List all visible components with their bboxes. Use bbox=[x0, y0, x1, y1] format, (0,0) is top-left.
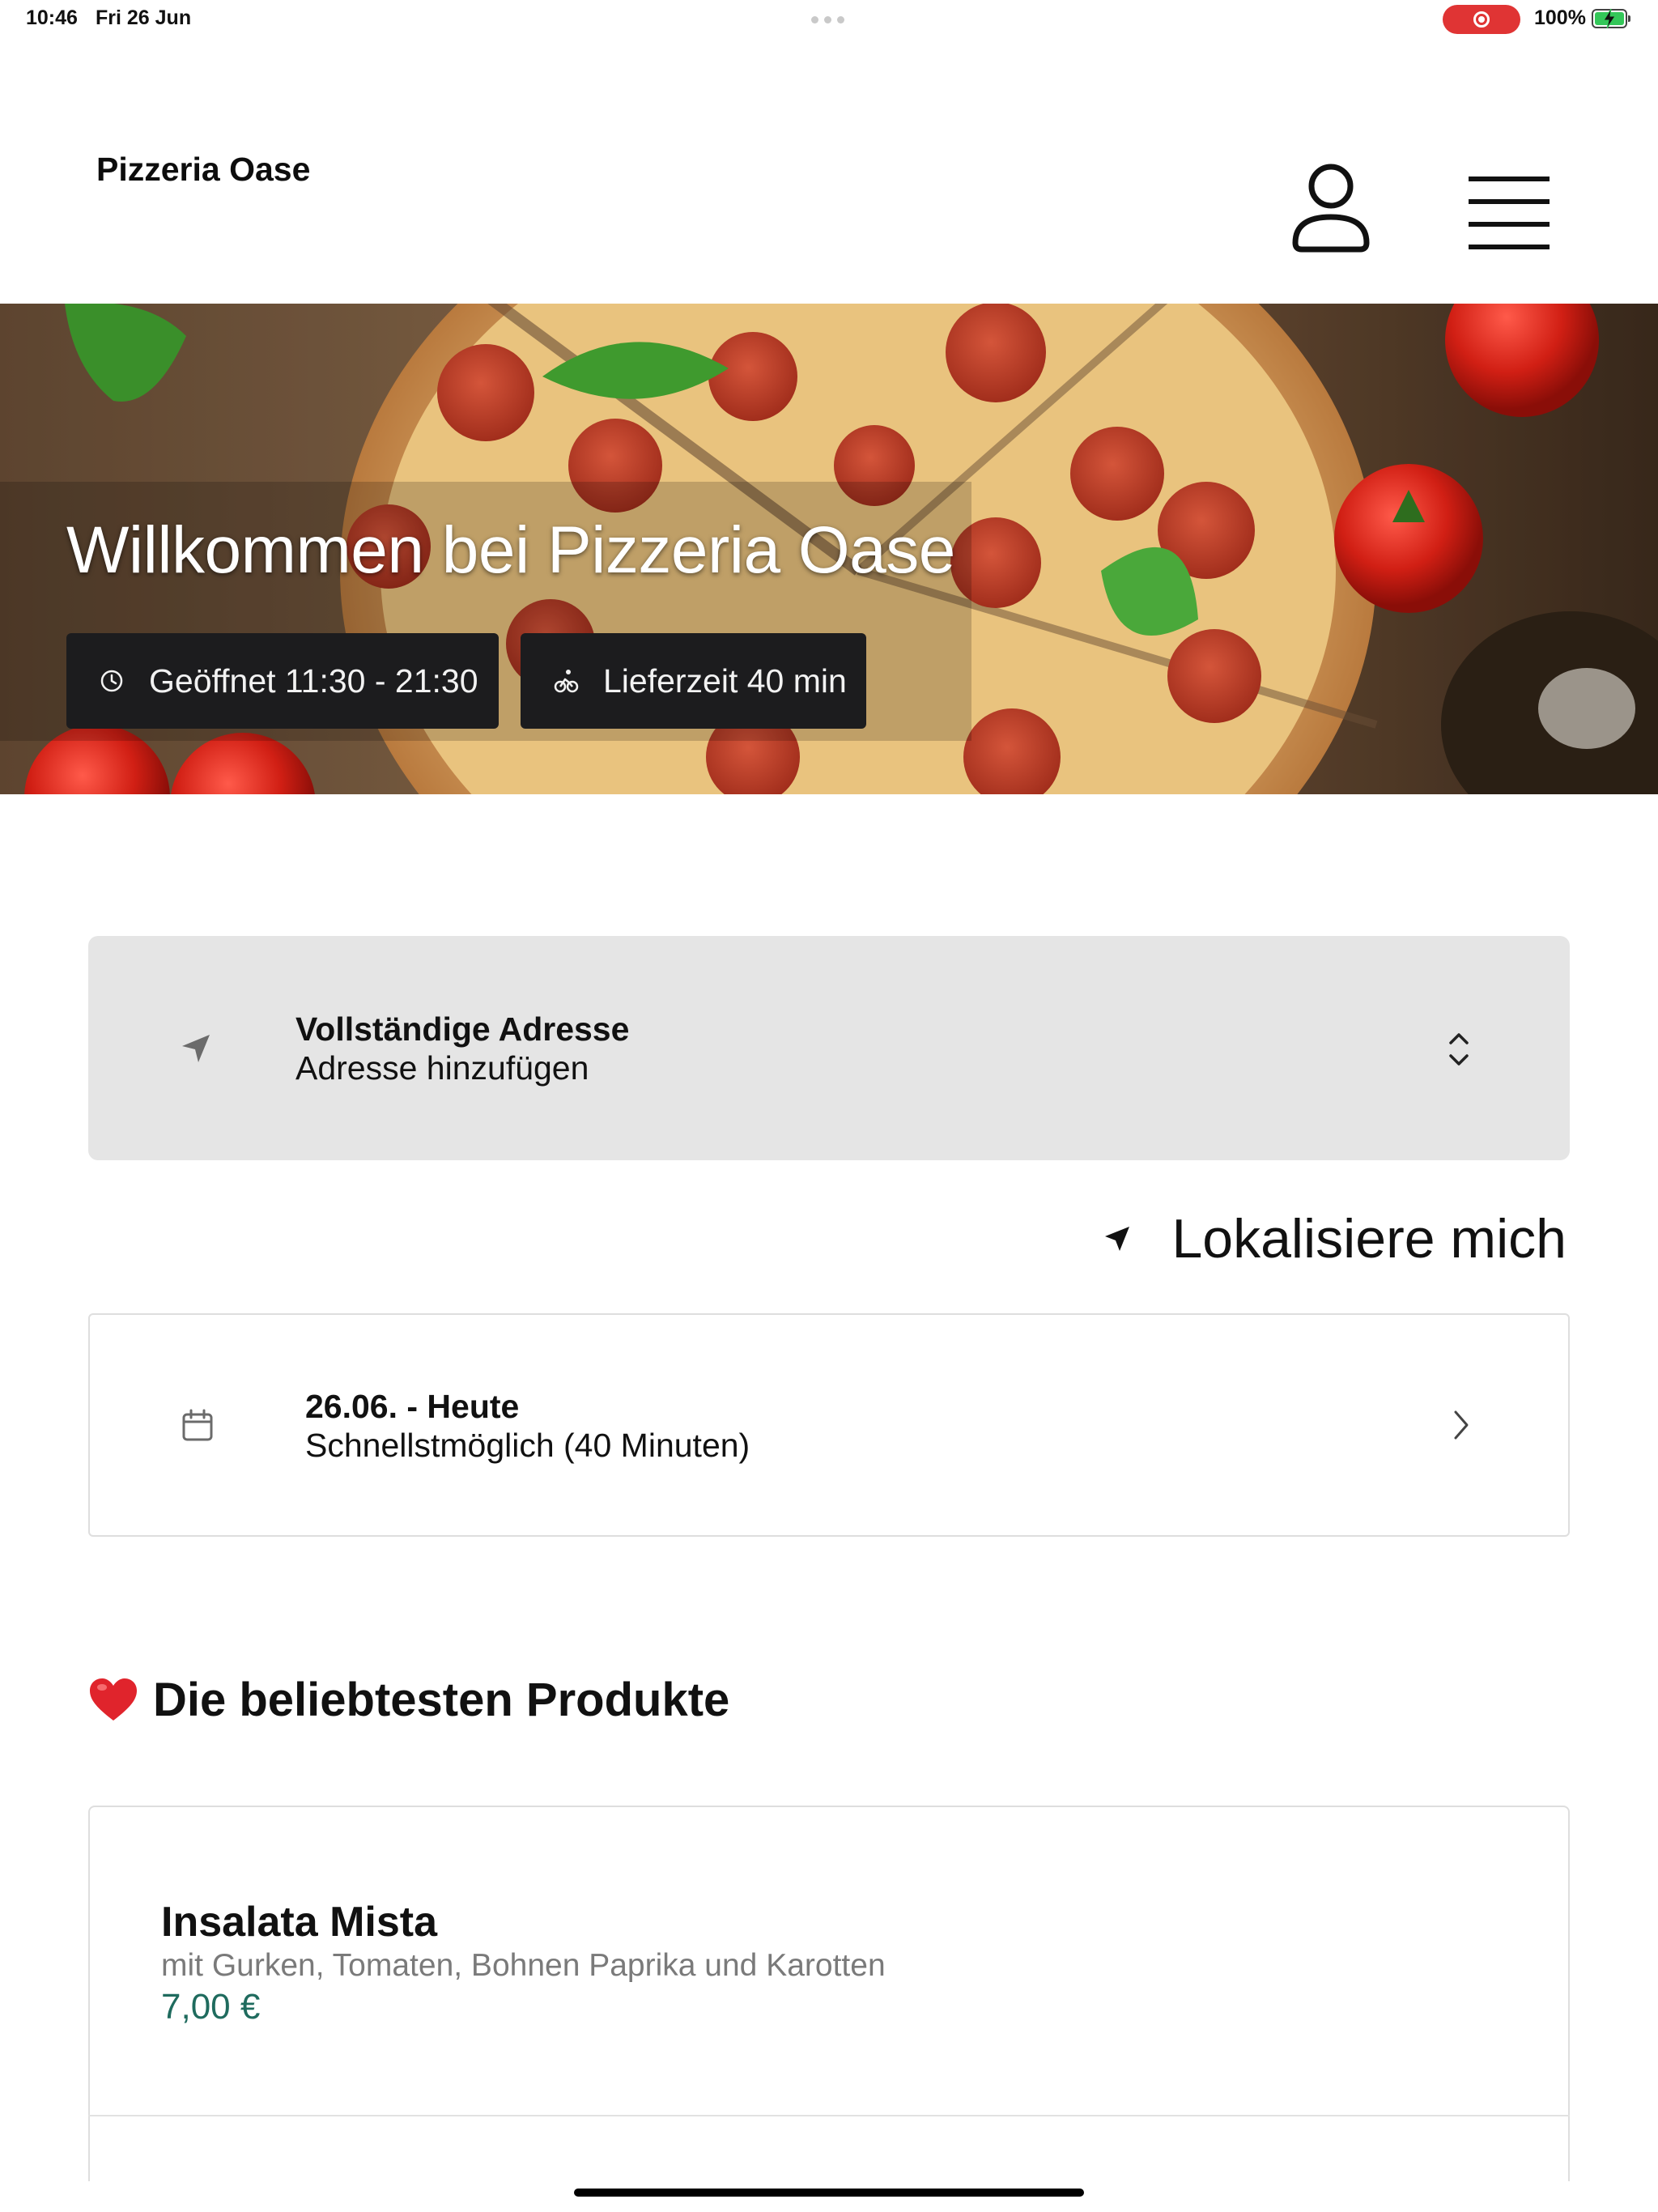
bicycle-icon bbox=[554, 670, 579, 693]
user-icon[interactable] bbox=[1292, 159, 1370, 256]
delivery-time-text: Lieferzeit 40 min bbox=[603, 661, 847, 700]
charging-bolt-icon bbox=[1603, 8, 1616, 29]
status-date: Fri 26 Jun bbox=[96, 6, 192, 29]
product-description: mit Gurken, Tomaten, Bohnen Paprika und … bbox=[161, 1948, 886, 1983]
popular-products-title: Die beliebtesten Produkte bbox=[153, 1674, 730, 1726]
opening-hours-chip: Geöffnet 11:30 - 21:30 bbox=[66, 633, 499, 729]
brand-name[interactable]: Pizzeria Oase bbox=[96, 151, 310, 189]
location-arrow-icon bbox=[182, 1035, 210, 1062]
red-heart-icon bbox=[90, 1678, 137, 1721]
popular-products-heading: Die beliebtesten Produkte bbox=[88, 1673, 729, 1727]
delivery-date-subtitle: Schnellstmöglich (40 Minuten) bbox=[305, 1427, 750, 1464]
location-arrow-icon bbox=[1105, 1227, 1130, 1251]
locate-me-label: Lokalisiere mich bbox=[1171, 1208, 1567, 1270]
locate-me-button[interactable]: Lokalisiere mich bbox=[1103, 1205, 1567, 1273]
multitasking-dots[interactable] bbox=[811, 16, 844, 23]
app-header: Pizzeria Oase bbox=[0, 39, 1658, 304]
address-title: Vollständige Adresse bbox=[295, 1010, 630, 1048]
address-placeholder: Adresse hinzufügen bbox=[295, 1049, 589, 1087]
clock-icon bbox=[100, 670, 123, 692]
screen-recording-indicator[interactable] bbox=[1443, 5, 1520, 34]
product-card[interactable] bbox=[88, 2116, 1570, 2181]
status-time: 10:46 bbox=[26, 6, 78, 29]
record-icon bbox=[1473, 11, 1490, 28]
home-indicator[interactable] bbox=[574, 2189, 1084, 2197]
delivery-date-selector[interactable]: 26.06. - Heute Schnellstmöglich (40 Minu… bbox=[88, 1313, 1570, 1537]
opening-hours-text: Geöffnet 11:30 - 21:30 bbox=[149, 661, 478, 700]
address-selector[interactable]: Vollständige Adresse Adresse hinzufügen bbox=[88, 936, 1570, 1160]
hamburger-menu-icon[interactable] bbox=[1462, 168, 1558, 253]
product-price: 7,00 € bbox=[161, 1987, 261, 2027]
product-card[interactable]: Insalata Mista mit Gurken, Tomaten, Bohn… bbox=[88, 1806, 1570, 2116]
battery-percentage: 100% bbox=[1534, 6, 1586, 29]
chevron-right-icon bbox=[1454, 1410, 1469, 1440]
calendar-icon bbox=[182, 1409, 213, 1441]
status-bar: 10:46 Fri 26 Jun 100% bbox=[0, 0, 1658, 39]
welcome-title: Willkommen bei Pizzeria Oase bbox=[66, 513, 955, 587]
delivery-time-chip: Lieferzeit 40 min bbox=[521, 633, 866, 729]
hero-banner: Willkommen bei Pizzeria Oase Geöffnet 11… bbox=[0, 304, 1658, 794]
product-name: Insalata Mista bbox=[161, 1899, 438, 1946]
chevron-up-down-icon bbox=[1449, 1033, 1469, 1066]
delivery-date-title: 26.06. - Heute bbox=[305, 1388, 520, 1425]
